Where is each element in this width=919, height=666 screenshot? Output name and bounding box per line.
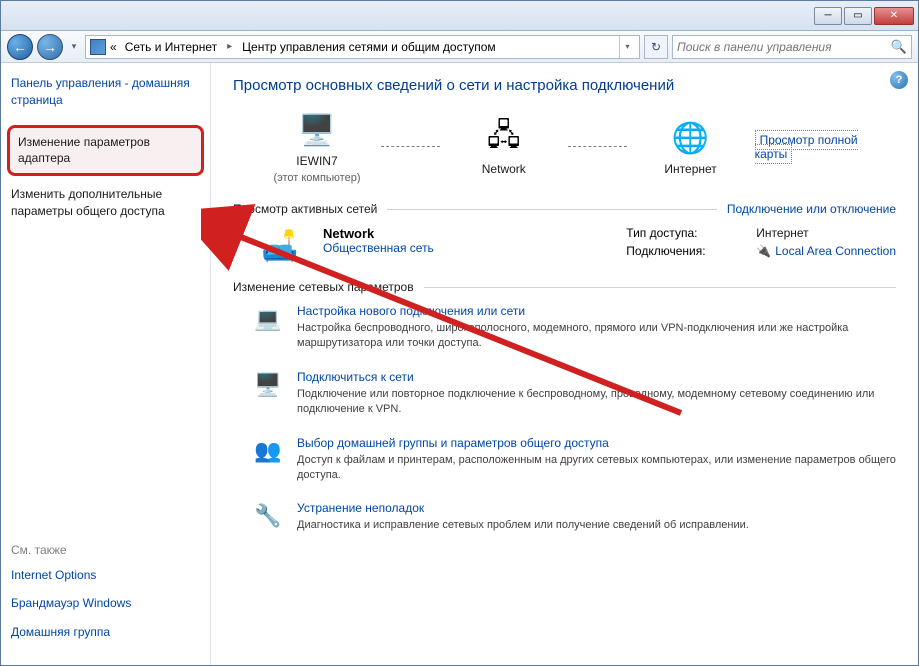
window: ─ ▭ ✕ ← → ▾ « Сеть и Интернет ▸ Центр уп…	[0, 0, 919, 666]
network-icon: 🖧	[482, 118, 526, 158]
ethernet-icon: 🔌	[756, 244, 771, 258]
back-button[interactable]: ←	[7, 34, 33, 60]
setting-desc: Настройка беспроводного, широкополосного…	[297, 321, 896, 352]
page-title: Просмотр основных сведений о сети и наст…	[233, 77, 896, 94]
access-type-value: Интернет	[756, 226, 808, 240]
search-input[interactable]	[677, 40, 891, 54]
maximize-button[interactable]: ▭	[844, 7, 872, 25]
access-type-label: Тип доступа:	[626, 226, 726, 240]
breadcrumb-part[interactable]: Сеть и Интернет	[121, 38, 221, 56]
minimize-button[interactable]: ─	[814, 7, 842, 25]
help-icon[interactable]: ?	[890, 71, 908, 89]
setting-link[interactable]: Выбор домашней группы и параметров общег…	[297, 436, 896, 450]
sidebar-adapter-highlight: Изменение параметров адаптера	[7, 125, 204, 177]
setting-link[interactable]: Устранение неполадок	[297, 501, 896, 515]
location-icon	[90, 39, 106, 55]
active-network-row: 🛋️ Network Общественная сеть Тип доступа…	[233, 226, 896, 266]
search-icon[interactable]: 🔍	[891, 39, 907, 55]
setting-item-homegroup: 👥 Выбор домашней группы и параметров общ…	[253, 436, 896, 484]
computer-icon: 🖥️	[295, 110, 339, 150]
titlebar: ─ ▭ ✕	[1, 1, 918, 31]
connection-link[interactable]: 🔌 Local Area Connection	[756, 244, 896, 258]
netmap-network: 🖧 Network	[450, 118, 558, 176]
setting-desc: Доступ к файлам и принтерам, расположенн…	[297, 453, 896, 484]
change-settings-header: Изменение сетевых параметров	[233, 280, 896, 294]
network-type-link[interactable]: Общественная сеть	[323, 241, 470, 255]
netmap-this-pc: 🖥️ IEWIN7 (этот компьютер)	[263, 110, 371, 184]
homegroup-icon: 👥	[253, 436, 283, 466]
bench-icon: 🛋️	[253, 226, 307, 266]
setting-link[interactable]: Подключиться к сети	[297, 370, 896, 384]
sidebar-sharing-link[interactable]: Изменить дополнительные параметры общего…	[11, 186, 200, 220]
setting-item-new-connection: 💻 Настройка нового подключения или сети …	[253, 304, 896, 352]
close-button[interactable]: ✕	[874, 7, 914, 25]
sidebar: Панель управления - домашняя страница Из…	[1, 63, 211, 665]
main-panel: ? Просмотр основных сведений о сети и на…	[211, 63, 918, 665]
sidebar-link-homegroup[interactable]: Домашняя группа	[11, 624, 200, 641]
setting-item-troubleshoot: 🔧 Устранение неполадок Диагностика и исп…	[253, 501, 896, 533]
new-connection-icon: 💻	[253, 304, 283, 334]
navbar: ← → ▾ « Сеть и Интернет ▸ Центр управлен…	[1, 31, 918, 63]
globe-icon: 🌐	[669, 118, 713, 158]
forward-button[interactable]: →	[37, 34, 63, 60]
network-map: 🖥️ IEWIN7 (этот компьютер) 🖧 Network 🌐 И…	[233, 110, 896, 184]
sidebar-see-also-label: См. также	[11, 543, 200, 557]
netmap-connector	[568, 146, 627, 148]
setting-desc: Диагностика и исправление сетевых пробле…	[297, 518, 896, 533]
search-box[interactable]: 🔍	[672, 35, 912, 59]
breadcrumb-part[interactable]: Центр управления сетями и общим доступом	[238, 38, 500, 56]
address-dropdown[interactable]: ▾	[619, 36, 635, 58]
connect-icon: 🖥️	[253, 370, 283, 400]
sidebar-adapter-link[interactable]: Изменение параметров адаптера	[18, 134, 193, 168]
troubleshoot-icon: 🔧	[253, 501, 283, 531]
setting-item-connect: 🖥️ Подключиться к сети Подключение или п…	[253, 370, 896, 418]
full-map-link[interactable]: Просмотр полной карты	[755, 130, 858, 164]
connections-label: Подключения:	[626, 244, 726, 258]
address-bar[interactable]: « Сеть и Интернет ▸ Центр управления сет…	[85, 35, 640, 59]
sidebar-home-link[interactable]: Панель управления - домашняя страница	[11, 75, 200, 109]
netmap-internet: 🌐 Интернет	[637, 118, 745, 176]
setting-desc: Подключение или повторное подключение к …	[297, 387, 896, 418]
breadcrumb-prefix: «	[110, 40, 117, 54]
setting-link[interactable]: Настройка нового подключения или сети	[297, 304, 896, 318]
sidebar-link-internet-options[interactable]: Internet Options	[11, 567, 200, 584]
active-networks-header: Просмотр активных сетей Подключение или …	[233, 202, 896, 216]
netmap-connector	[381, 146, 440, 148]
settings-list: 💻 Настройка нового подключения или сети …	[233, 304, 896, 534]
breadcrumb-separator: ▸	[225, 41, 234, 52]
refresh-button[interactable]: ↻	[644, 35, 668, 59]
sidebar-link-firewall[interactable]: Брандмауэр Windows	[11, 595, 200, 612]
content: Панель управления - домашняя страница Из…	[1, 63, 918, 665]
connect-disconnect-link[interactable]: Подключение или отключение	[727, 202, 896, 216]
nav-history-dropdown[interactable]: ▾	[67, 37, 81, 57]
network-name: Network	[323, 226, 470, 241]
